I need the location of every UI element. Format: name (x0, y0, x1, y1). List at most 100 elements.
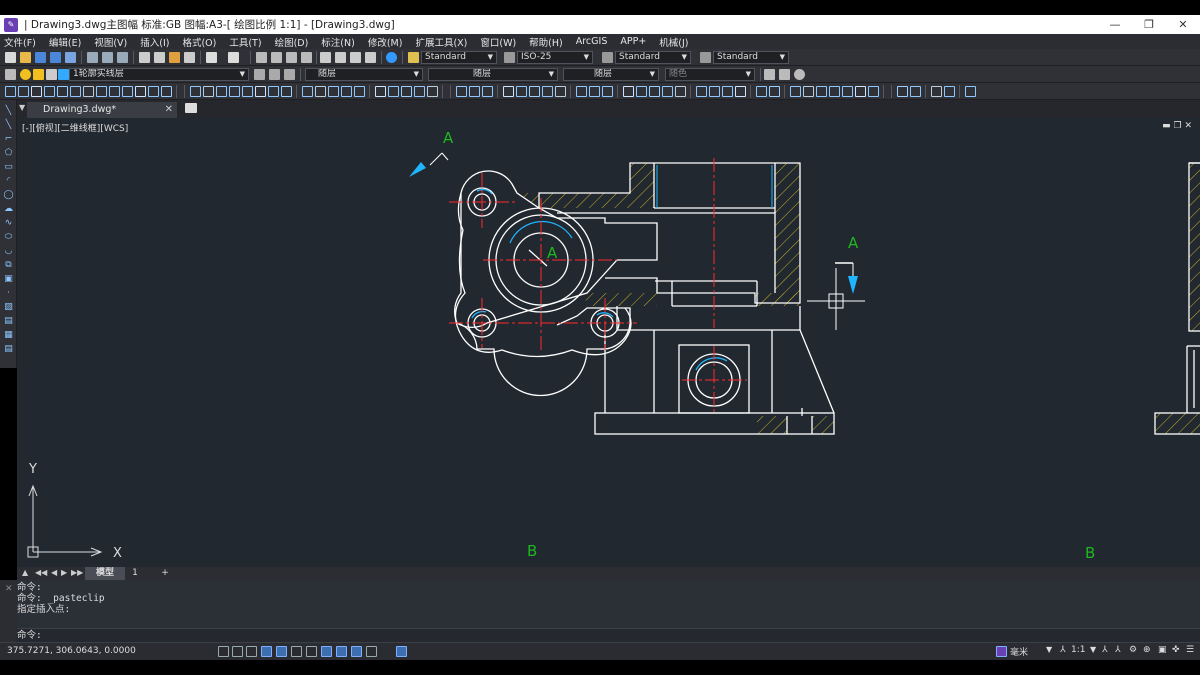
linetype-select[interactable]: 随层 (428, 68, 558, 81)
copy-icon[interactable] (154, 52, 165, 63)
dimension-tool-icon[interactable] (503, 86, 514, 97)
dimension-tool-icon[interactable] (18, 86, 29, 97)
tab-close-icon[interactable]: ✕ (165, 102, 173, 118)
table-icon[interactable]: ▦ (3, 330, 14, 340)
zoom-window-icon[interactable] (286, 52, 297, 63)
dimension-tool-icon[interactable] (897, 86, 908, 97)
dimension-tool-icon[interactable] (756, 86, 767, 97)
dimension-tool-icon[interactable] (649, 86, 660, 97)
clean-screen-icon[interactable]: ✜ (1172, 645, 1180, 655)
save-as-icon[interactable] (50, 52, 61, 63)
dimension-tool-icon[interactable] (944, 86, 955, 97)
menu-insert[interactable]: 插入(I) (140, 35, 169, 49)
table-style-select[interactable]: Standard (615, 51, 691, 64)
minimize-button[interactable]: — (1098, 15, 1132, 34)
polygon-icon[interactable]: ⬠ (3, 148, 14, 158)
ellipse-arc-icon[interactable]: ◡ (3, 246, 14, 256)
dimension-tool-icon[interactable] (769, 86, 780, 97)
menu-draw[interactable]: 绘图(D) (275, 35, 309, 49)
menu-view[interactable]: 视图(V) (94, 35, 127, 49)
command-input[interactable]: 命令: (17, 628, 1200, 642)
menu-dimension[interactable]: 标注(N) (321, 35, 355, 49)
dimension-tool-icon[interactable] (529, 86, 540, 97)
circle-icon[interactable]: ◯ (3, 190, 14, 200)
dimension-tool-icon[interactable] (109, 86, 120, 97)
dimension-tool-icon[interactable] (675, 86, 686, 97)
units-select[interactable]: 毫米 (1010, 645, 1028, 658)
dimension-tool-icon[interactable] (623, 86, 634, 97)
settings-icon[interactable] (794, 69, 805, 80)
dimension-tool-icon[interactable] (456, 86, 467, 97)
annotation-scale-icon[interactable]: ⅄ (1060, 645, 1066, 655)
dimension-tool-icon[interactable] (31, 86, 42, 97)
dimension-tool-icon[interactable] (70, 86, 81, 97)
dimension-tool-icon[interactable] (229, 86, 240, 97)
maximize-button[interactable]: ❐ (1132, 15, 1166, 34)
new-file-icon[interactable] (5, 52, 16, 63)
units-chevron-icon[interactable]: ▼ (1046, 645, 1052, 654)
snap-toggle-icon[interactable] (232, 646, 243, 657)
tab-drawing3[interactable]: Drawing3.dwg* ✕ (27, 102, 177, 118)
undo-icon[interactable] (206, 52, 217, 63)
dimension-tool-icon[interactable] (354, 86, 365, 97)
menu-format[interactable]: 格式(O) (182, 35, 216, 49)
grid-toggle-icon[interactable] (218, 646, 229, 657)
prev-layout-icon[interactable]: ◀◀ (35, 568, 47, 577)
rectangle-icon[interactable]: ▭ (3, 162, 14, 172)
dimension-tool-icon[interactable] (516, 86, 527, 97)
plot-preview-icon[interactable] (87, 52, 98, 63)
dimension-tool-icon[interactable] (965, 86, 976, 97)
dimension-tool-icon[interactable] (735, 86, 746, 97)
redo-icon[interactable] (228, 52, 239, 63)
ortho-toggle-icon[interactable] (246, 646, 257, 657)
lineweight-select[interactable]: 随层 (563, 68, 659, 81)
insert-block-icon[interactable]: ⧉ (3, 260, 14, 270)
dimension-tool-icon[interactable] (315, 86, 326, 97)
cut-icon[interactable] (139, 52, 150, 63)
dimension-tool-icon[interactable] (427, 86, 438, 97)
drawing-canvas[interactable]: [-][俯视][二维线框][WCS] ▬ ❐ ✕ Y X A A A B B (17, 118, 1200, 567)
layer-lock-icon[interactable] (58, 69, 69, 80)
match-properties-icon[interactable] (184, 52, 195, 63)
last-layout-icon[interactable]: ▶▶ (71, 568, 83, 577)
layer-select[interactable]: 1轮廓实线层 (69, 68, 249, 81)
dimension-tool-icon[interactable] (216, 86, 227, 97)
annotation-scale[interactable]: 1:1 (1071, 645, 1085, 655)
auto-scale-icon[interactable]: ⅄ (1115, 645, 1121, 655)
dim-style-select[interactable]: ISO-25 (517, 51, 593, 64)
tab-add-layout[interactable]: + (145, 567, 185, 580)
layer-manager-icon[interactable] (5, 69, 16, 80)
lock-icon[interactable]: ⊕ (1143, 645, 1151, 655)
dimension-tool-icon[interactable] (122, 86, 133, 97)
layer-on-icon[interactable] (20, 69, 31, 80)
measure-distance-icon[interactable] (764, 69, 775, 80)
annotation-monitor-icon[interactable] (396, 646, 407, 657)
paste-icon[interactable] (169, 52, 180, 63)
sheet-set-icon[interactable] (365, 52, 376, 63)
dimension-tool-icon[interactable] (842, 86, 853, 97)
polar-toggle-icon[interactable] (261, 646, 272, 657)
scale-chevron-icon[interactable]: ▼ (1090, 645, 1096, 654)
make-current-layer-icon[interactable] (254, 69, 265, 80)
help-icon[interactable] (386, 52, 397, 63)
dimension-tool-icon[interactable] (281, 86, 292, 97)
menu-tools[interactable]: 工具(T) (229, 35, 261, 49)
tab-layout-1[interactable]: 1 (125, 567, 145, 580)
prev-icon[interactable]: ◀ (51, 568, 57, 577)
revision-cloud-icon[interactable]: ☁ (3, 204, 14, 214)
properties-icon[interactable] (320, 52, 331, 63)
close-button[interactable]: ✕ (1166, 15, 1200, 34)
dimension-tool-icon[interactable] (576, 86, 587, 97)
publish-icon[interactable] (102, 52, 113, 63)
otrack-toggle-icon[interactable] (291, 646, 302, 657)
tool-palettes-icon[interactable] (350, 52, 361, 63)
dimension-tool-icon[interactable] (388, 86, 399, 97)
new-tab-icon[interactable] (185, 103, 197, 113)
dimension-tool-icon[interactable] (242, 86, 253, 97)
dimension-tool-icon[interactable] (910, 86, 921, 97)
menu-window[interactable]: 窗口(W) (480, 35, 516, 49)
osnap-toggle-icon[interactable] (276, 646, 287, 657)
dyn-toggle-icon[interactable] (321, 646, 332, 657)
ellipse-icon[interactable]: ⬭ (3, 232, 14, 242)
app-status-icon[interactable] (996, 646, 1007, 657)
